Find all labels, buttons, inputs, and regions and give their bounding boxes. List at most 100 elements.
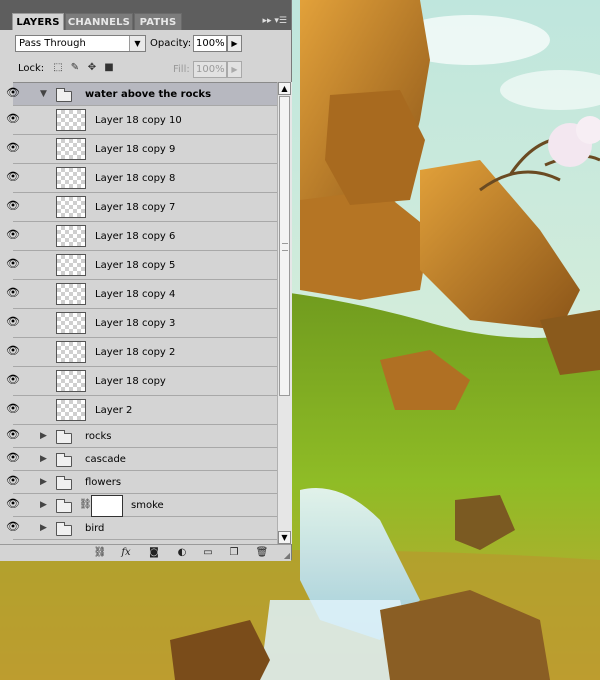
- layer-name: Layer 18 copy 8: [95, 172, 176, 184]
- chevron-right-icon[interactable]: ▶: [40, 431, 47, 441]
- layer-row[interactable]: Layer 18 copy 9: [13, 135, 277, 164]
- layer-group-row[interactable]: ▶ flowers: [13, 471, 277, 494]
- layer-row[interactable]: Layer 18 copy 6: [13, 222, 277, 251]
- fx-icon[interactable]: fx: [118, 546, 134, 560]
- blend-mode-select[interactable]: Pass Through ▼: [15, 35, 146, 52]
- layer-group-row[interactable]: ▶ cascade: [13, 448, 277, 471]
- scroll-down-icon[interactable]: ▼: [278, 531, 291, 544]
- layer-row[interactable]: Layer 18 copy: [13, 367, 277, 396]
- trash-icon[interactable]: 🗑: [254, 546, 270, 560]
- folder-icon: [56, 87, 72, 102]
- chevron-right-icon[interactable]: ▶: [40, 454, 47, 464]
- layer-name: Layer 18 copy 6: [95, 230, 176, 242]
- fill-slider-button[interactable]: ▶: [227, 61, 242, 78]
- layer-row[interactable]: Layer 18 copy 4: [13, 280, 277, 309]
- fill-field[interactable]: 100%: [193, 61, 227, 78]
- tab-layers[interactable]: LAYERS: [12, 13, 64, 30]
- panel-menu-icon[interactable]: ▸▸ ▾☰: [257, 14, 287, 28]
- layer-thumbnail[interactable]: [56, 254, 86, 276]
- layer-name: Layer 18 copy 4: [95, 288, 176, 300]
- layer-thumbnail[interactable]: [56, 283, 86, 305]
- layer-thumbnail[interactable]: [56, 312, 86, 334]
- layer-name: cascade: [85, 453, 126, 465]
- opacity-field[interactable]: 100%: [193, 35, 227, 52]
- layer-thumbnail[interactable]: [56, 399, 86, 421]
- layer-row[interactable]: Layer 18 copy 3: [13, 309, 277, 338]
- layers-bottom-bar: ⛓ fx ◙ ◐ ▭ ❐ 🗑 ◢: [0, 544, 291, 561]
- layer-name: rocks: [85, 430, 112, 442]
- visibility-eye-icon[interactable]: 👁: [2, 520, 24, 533]
- layer-group-row[interactable]: ▶ bird: [13, 517, 277, 540]
- layer-thumbnail[interactable]: [56, 341, 86, 363]
- layer-name: Layer 18 copy 2: [95, 346, 176, 358]
- layer-name: Layer 18 copy 5: [95, 259, 176, 271]
- layer-row[interactable]: Layer 2: [13, 396, 277, 425]
- layer-row[interactable]: Layer 18 copy 5: [13, 251, 277, 280]
- layer-row[interactable]: Layer 18 copy 8: [13, 164, 277, 193]
- scroll-up-icon[interactable]: ▲: [278, 82, 291, 95]
- tab-paths[interactable]: PATHS: [134, 13, 182, 30]
- fill-label: Fill:: [173, 64, 190, 75]
- layer-thumbnail[interactable]: [56, 109, 86, 131]
- adjustment-layer-icon[interactable]: ◐: [174, 546, 190, 560]
- layer-thumbnail[interactable]: [56, 138, 86, 160]
- visibility-eye-icon[interactable]: 👁: [2, 170, 24, 183]
- visibility-eye-icon[interactable]: 👁: [2, 451, 24, 464]
- mask-link-icon[interactable]: ⛓: [79, 499, 92, 510]
- visibility-eye-icon[interactable]: 👁: [2, 474, 24, 487]
- layer-group-row[interactable]: ▶ ⛓ smoke: [13, 494, 277, 517]
- lock-transparent-icon[interactable]: ⬚: [52, 62, 64, 74]
- layers-panel: LAYERS CHANNELS PATHS ▸▸ ▾☰ Pass Through…: [0, 0, 292, 561]
- layer-name: Layer 18 copy: [95, 375, 166, 387]
- layer-name: flowers: [85, 476, 122, 488]
- folder-icon: [56, 452, 72, 467]
- layer-thumbnail[interactable]: [56, 196, 86, 218]
- visibility-eye-icon[interactable]: 👁: [2, 86, 24, 99]
- visibility-eye-icon[interactable]: 👁: [2, 497, 24, 510]
- lock-move-icon[interactable]: ✥: [86, 62, 98, 74]
- resize-grip-icon[interactable]: ◢: [284, 551, 290, 560]
- chevron-right-icon[interactable]: ▶: [40, 500, 47, 510]
- chevron-right-icon[interactable]: ▶: [40, 477, 47, 487]
- visibility-eye-icon[interactable]: 👁: [2, 257, 24, 270]
- visibility-eye-icon[interactable]: 👁: [2, 286, 24, 299]
- visibility-eye-icon[interactable]: 👁: [2, 428, 24, 441]
- visibility-eye-icon[interactable]: 👁: [2, 373, 24, 386]
- layer-row[interactable]: Layer 18 copy 2: [13, 338, 277, 367]
- lock-brush-icon[interactable]: ✎: [69, 62, 81, 74]
- layer-name: smoke: [131, 499, 164, 511]
- scroll-thumb[interactable]: [279, 96, 290, 396]
- visibility-eye-icon[interactable]: 👁: [2, 344, 24, 357]
- new-group-icon[interactable]: ▭: [200, 546, 216, 560]
- layer-thumbnail[interactable]: [56, 167, 86, 189]
- layer-group-row[interactable]: ▼ water above the rocks: [13, 83, 277, 106]
- tab-channels[interactable]: CHANNELS: [65, 13, 133, 30]
- layer-mask-thumbnail[interactable]: [91, 494, 123, 517]
- add-mask-icon[interactable]: ◙: [146, 546, 162, 560]
- chevron-right-icon[interactable]: ▶: [40, 523, 47, 533]
- layer-name: Layer 18 copy 3: [95, 317, 176, 329]
- visibility-eye-icon[interactable]: 👁: [2, 228, 24, 241]
- opacity-slider-button[interactable]: ▶: [227, 35, 242, 52]
- visibility-eye-icon[interactable]: 👁: [2, 112, 24, 125]
- chevron-down-icon[interactable]: ▼: [129, 36, 145, 51]
- opacity-label: Opacity:: [150, 38, 192, 49]
- layers-scrollbar[interactable]: ▲ ▼: [277, 82, 292, 544]
- lock-all-icon[interactable]: ■: [103, 62, 115, 74]
- layer-name: bird: [85, 522, 105, 534]
- layer-row[interactable]: Layer 18 copy 10: [13, 106, 277, 135]
- visibility-eye-icon[interactable]: 👁: [2, 199, 24, 212]
- layer-thumbnail[interactable]: [56, 225, 86, 247]
- link-layers-icon[interactable]: ⛓: [92, 546, 108, 560]
- layer-group-row[interactable]: ▶ rocks: [13, 425, 277, 448]
- visibility-eye-icon[interactable]: 👁: [2, 402, 24, 415]
- new-layer-icon[interactable]: ❐: [226, 546, 242, 560]
- visibility-eye-icon[interactable]: 👁: [2, 141, 24, 154]
- layer-row[interactable]: Layer 18 copy 7: [13, 193, 277, 222]
- layer-list: ▼ water above the rocks Layer 18 copy 10 La…: [13, 82, 277, 545]
- layer-name: water above the rocks: [85, 88, 212, 100]
- chevron-down-icon[interactable]: ▼: [40, 89, 47, 99]
- folder-icon: [56, 429, 72, 444]
- visibility-eye-icon[interactable]: 👁: [2, 315, 24, 328]
- layer-thumbnail[interactable]: [56, 370, 86, 392]
